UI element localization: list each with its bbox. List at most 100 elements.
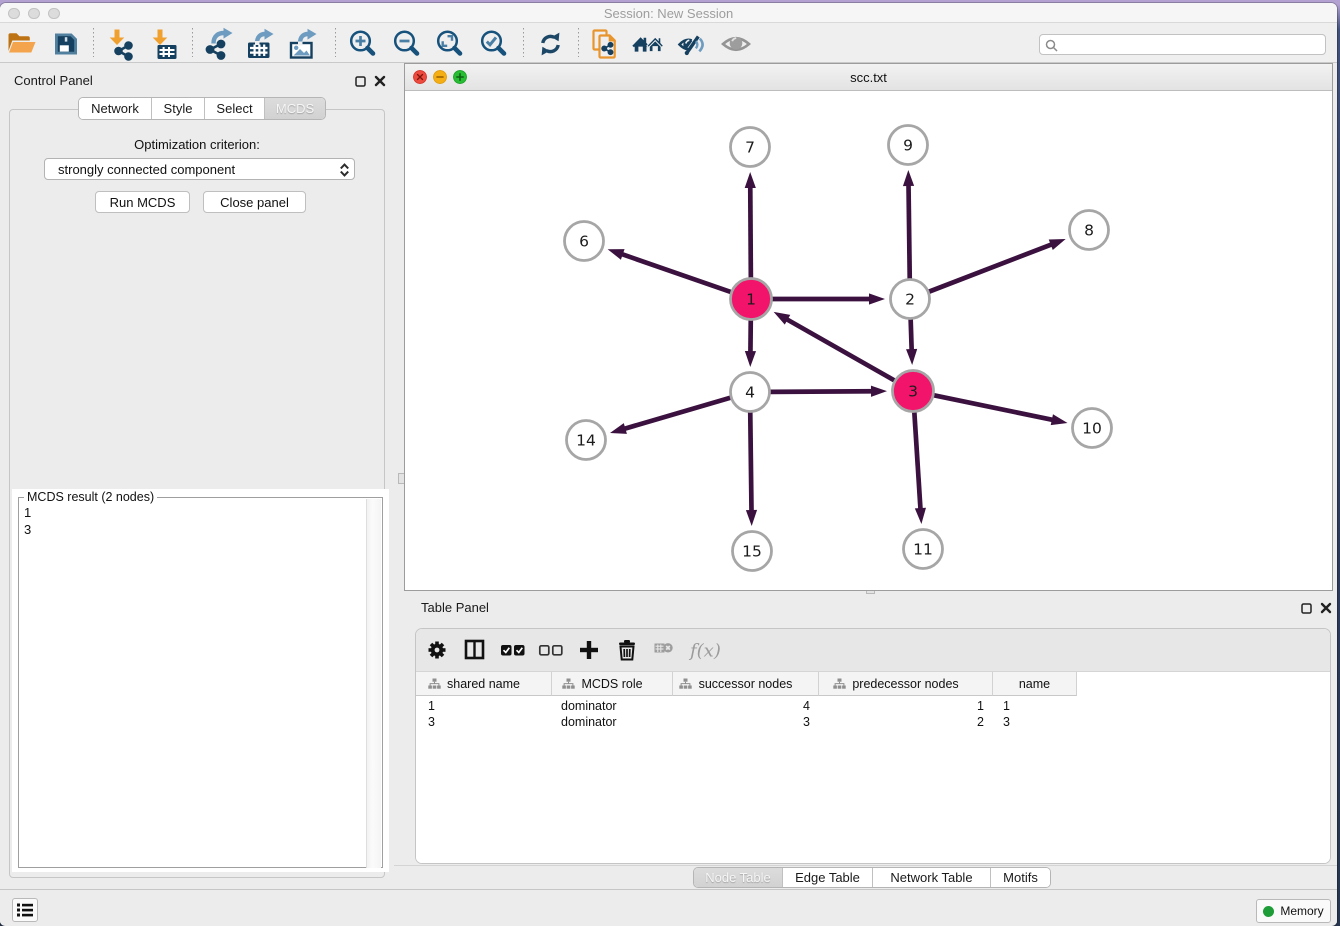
graph-arrowhead-1-4 <box>745 351 756 367</box>
table-tab-node-table[interactable]: Node Table <box>694 868 783 887</box>
table-cell[interactable]: 4 <box>673 698 810 714</box>
tab-select[interactable]: Select <box>205 98 265 119</box>
column-header-name[interactable]: name <box>993 672 1077 696</box>
graph-edge-4-14[interactable] <box>622 398 730 430</box>
export-table-icon[interactable] <box>243 27 275 61</box>
close-panel-icon[interactable] <box>1320 602 1332 614</box>
save-session-icon[interactable] <box>50 27 82 61</box>
table-panel-title: Table Panel <box>421 600 489 615</box>
mcds-result-text[interactable]: 1 3 <box>24 504 31 538</box>
graph-edge-3-11[interactable] <box>914 412 920 511</box>
node-table: shared name MCDS role successor nodesprede… <box>416 672 1330 864</box>
graph-node-label-3: 3 <box>908 383 918 401</box>
column-header-shared-name[interactable]: shared name <box>416 672 552 696</box>
float-panel-icon[interactable] <box>355 76 366 87</box>
graph-arrowhead-4-3 <box>871 386 887 397</box>
graph-edge-4-3[interactable] <box>770 391 874 392</box>
tab-style[interactable]: Style <box>152 98 205 119</box>
graph-node-label-1: 1 <box>746 291 756 309</box>
float-panel-icon[interactable] <box>1301 603 1312 614</box>
graph-arrowhead-3-1 <box>774 312 791 325</box>
graph-arrowhead-1-7 <box>745 172 756 188</box>
zoom-fit-icon[interactable] <box>434 27 466 61</box>
result-scrollbar[interactable] <box>366 499 381 868</box>
column-header-predecessor-nodes[interactable]: predecessor nodes <box>819 672 993 696</box>
memory-button[interactable]: Memory <box>1256 899 1331 923</box>
import-network-icon[interactable] <box>106 27 138 61</box>
first-neighbors-icon[interactable] <box>632 27 664 61</box>
zoom-selected-icon[interactable] <box>478 27 510 61</box>
tab-network[interactable]: Network <box>79 98 152 119</box>
search-icon <box>1045 39 1059 53</box>
hide-selected-icon[interactable] <box>677 27 709 61</box>
table-cell[interactable]: dominator <box>561 714 670 730</box>
window-title: Session: New Session <box>0 6 1337 21</box>
open-file-icon[interactable] <box>6 27 38 61</box>
graph-edge-3-1[interactable] <box>785 318 894 380</box>
graph-node-label-11: 11 <box>913 541 933 559</box>
shared-column-icon <box>562 678 575 690</box>
apply-layout-icon[interactable] <box>534 27 566 61</box>
application-window: Session: New Session <box>0 3 1337 926</box>
graph-edge-2-8[interactable] <box>929 244 1053 292</box>
table-cell[interactable]: 1 <box>1003 698 1075 714</box>
manage-columns-icon[interactable] <box>460 636 490 666</box>
graph-node-label-14: 14 <box>576 432 596 450</box>
zoom-in-icon[interactable] <box>347 27 379 61</box>
optimization-criterion-value: strongly connected component <box>58 162 235 177</box>
function-builder-disabled-icon[interactable]: f(x) <box>688 636 730 666</box>
table-cell[interactable]: 2 <box>819 714 984 730</box>
table-cell[interactable]: 3 <box>428 714 552 730</box>
show-panels-list-button[interactable] <box>12 898 38 922</box>
table-tab-motifs[interactable]: Motifs <box>991 868 1050 887</box>
delete-table-disabled-icon[interactable] <box>648 636 678 666</box>
table-cell[interactable]: 3 <box>1003 714 1075 730</box>
table-tab-network-table[interactable]: Network Table <box>873 868 991 887</box>
network-window-titlebar[interactable]: scc.txt <box>405 64 1332 91</box>
graph-edge-1-6[interactable] <box>620 253 731 291</box>
table-cell[interactable]: 1 <box>819 698 984 714</box>
show-all-icon[interactable] <box>720 27 752 61</box>
table-tab-edge-table[interactable]: Edge Table <box>783 868 873 887</box>
close-panel-icon[interactable] <box>374 75 386 87</box>
table-panel-buttons <box>1301 602 1332 614</box>
graph-edge-2-9[interactable] <box>908 183 909 279</box>
tab-mcds[interactable]: MCDS <box>265 98 325 119</box>
column-header-MCDS-role[interactable]: MCDS role <box>552 672 673 696</box>
search-field[interactable] <box>1039 34 1326 55</box>
select-all-check-icon[interactable] <box>498 636 528 666</box>
table-cell[interactable]: 3 <box>673 714 810 730</box>
add-column-icon[interactable] <box>574 636 604 666</box>
table-cell[interactable]: dominator <box>561 698 670 714</box>
column-header-label: shared name <box>447 677 520 691</box>
memory-label: Memory <box>1280 904 1323 918</box>
optimization-criterion-select[interactable]: strongly connected component <box>44 158 355 180</box>
column-header-label: MCDS role <box>581 677 642 691</box>
graph-arrowhead-1-6 <box>608 249 625 260</box>
import-table-icon[interactable] <box>150 27 182 61</box>
new-network-from-selection-icon[interactable] <box>591 27 623 61</box>
memory-status-dot <box>1263 906 1274 917</box>
export-network-icon[interactable] <box>204 27 236 61</box>
graph-node-label-4: 4 <box>745 384 755 402</box>
graph-arrowhead-4-15 <box>746 510 757 526</box>
graph-node-label-6: 6 <box>579 233 589 251</box>
column-header-successor-nodes[interactable]: successor nodes <box>673 672 819 696</box>
graph-edge-3-10[interactable] <box>934 395 1055 420</box>
graph-edge-1-7[interactable] <box>750 185 751 278</box>
select-arrows-icon <box>339 162 350 178</box>
network-canvas[interactable]: 7968124314101511 <box>405 91 1332 590</box>
run-mcds-button[interactable]: Run MCDS <box>95 191 190 213</box>
toolbar-separator <box>523 28 524 57</box>
close-panel-button[interactable]: Close panel <box>203 191 306 213</box>
table-cell[interactable]: 1 <box>428 698 552 714</box>
settings-gear-icon[interactable] <box>422 636 452 666</box>
delete-column-icon[interactable] <box>612 636 642 666</box>
deselect-all-icon[interactable] <box>536 636 566 666</box>
graph-edge-2-3[interactable] <box>911 319 912 352</box>
toolbar-separator <box>93 28 94 57</box>
graph-node-label-8: 8 <box>1084 222 1094 240</box>
zoom-out-icon[interactable] <box>391 27 423 61</box>
graph-edge-4-15[interactable] <box>750 412 751 513</box>
export-image-icon[interactable] <box>285 27 317 61</box>
